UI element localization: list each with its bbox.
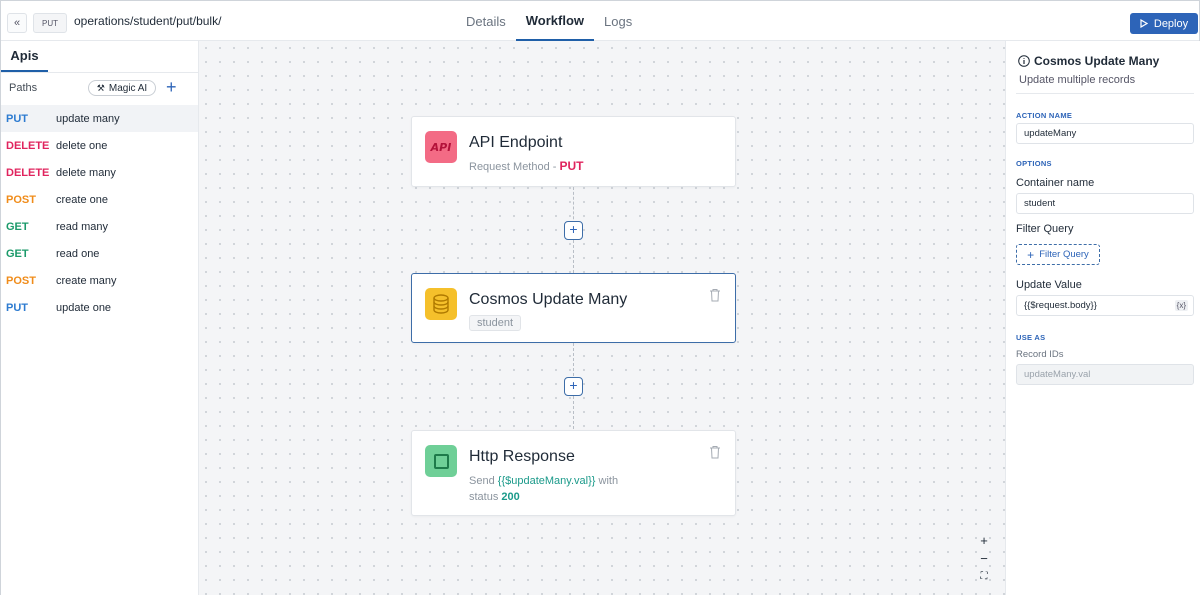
top-bar: « PUT operations/student/put/bulk/ Detai… [1, 1, 1199, 41]
send-label: Send [469, 475, 495, 487]
node-http-response[interactable]: Http Response Send {{$updateMany.val}} w… [411, 430, 736, 516]
variable-icon[interactable]: {x} [1174, 300, 1188, 311]
route-item-read-one[interactable]: GET read one [1, 240, 198, 267]
tab-workflow[interactable]: Workflow [515, 1, 595, 41]
add-filter-query-button[interactable]: + Filter Query [1016, 244, 1100, 265]
route-item-delete-many[interactable]: DELETE delete many [1, 159, 198, 186]
plus-icon: + [1027, 247, 1035, 262]
node-api-endpoint[interactable]: API API Endpoint Request Method - PUT [411, 116, 736, 187]
node-title: API Endpoint [469, 134, 563, 151]
route-label: update one [56, 301, 112, 314]
api-icon: API [425, 131, 457, 163]
route-item-update-one[interactable]: PUT update one [1, 294, 198, 321]
trash-icon[interactable] [709, 445, 721, 459]
trash-icon[interactable] [709, 288, 721, 302]
container-tag: student [469, 315, 522, 331]
response-icon [425, 445, 457, 477]
filter-query-button-label: Filter Query [1039, 249, 1089, 260]
update-value-text: {{$request.body}} [1024, 300, 1097, 311]
with-label: with [598, 475, 619, 487]
route-label: delete one [56, 139, 108, 152]
info-icon [1018, 55, 1030, 67]
update-value-input[interactable]: {{$request.body}} {x} [1016, 295, 1194, 316]
play-icon [1140, 19, 1148, 28]
action-name-input[interactable]: updateMany [1016, 123, 1194, 144]
connector-line [573, 396, 574, 429]
route-item-delete-one[interactable]: DELETE delete one [1, 132, 198, 159]
route-method: DELETE [6, 166, 50, 179]
route-label: update many [56, 112, 120, 125]
route-method: DELETE [6, 139, 50, 152]
method-chip: PUT [33, 13, 67, 33]
route-method: GET [6, 247, 29, 260]
container-name-input[interactable]: student [1016, 193, 1194, 214]
divider [1016, 93, 1194, 94]
update-value-label: Update Value [1016, 279, 1082, 291]
status-code: 200 [501, 491, 520, 503]
route-label: read many [56, 220, 108, 233]
route-list: PUT update many DELETE delete one DELETE… [1, 105, 198, 321]
route-item-create-one[interactable]: POST create one [1, 186, 198, 213]
use-as-section-label: USE AS [1016, 333, 1046, 342]
magic-ai-label: Magic AI [108, 82, 148, 94]
route-item-read-many[interactable]: GET read many [1, 213, 198, 240]
panel-title: Cosmos Update Many [1018, 54, 1159, 68]
route-method: POST [6, 193, 36, 206]
database-icon-glyph [433, 294, 449, 314]
magic-ai-button[interactable]: ⚒ Magic AI [88, 80, 156, 96]
container-name-label: Container name [1016, 177, 1095, 189]
fit-view-button[interactable]: ⛶ [977, 570, 991, 584]
route-label: create one [56, 193, 108, 206]
tab-details[interactable]: Details [456, 1, 516, 41]
request-method-value: PUT [559, 159, 584, 173]
options-section-label: OPTIONS [1016, 159, 1052, 168]
response-variable: {{$updateMany.val}} [497, 475, 596, 487]
route-method: PUT [6, 112, 28, 125]
deploy-label: Deploy [1153, 17, 1189, 30]
database-icon [425, 288, 457, 320]
magic-wand-icon: ⚒ [96, 82, 105, 93]
action-name-section-label: ACTION NAME [1016, 111, 1073, 120]
panel-title-text: Cosmos Update Many [1034, 54, 1160, 68]
response-icon-glyph [433, 453, 449, 469]
collapse-sidebar-button[interactable]: « [7, 13, 27, 33]
route-label: delete many [56, 166, 116, 179]
route-label: read one [56, 247, 100, 260]
filter-query-label: Filter Query [1016, 223, 1074, 235]
add-path-button[interactable]: + [166, 77, 177, 97]
zoom-out-button[interactable]: − [977, 552, 991, 566]
tab-logs[interactable]: Logs [594, 1, 642, 41]
route-method: GET [6, 220, 29, 233]
sidebar: Apis Paths ⚒ Magic AI + PUT update many … [1, 41, 199, 595]
request-method-prefix: Request Method - [469, 161, 560, 173]
view-tabs: Details Workflow Logs [456, 1, 642, 41]
record-ids-input: updateMany.val [1016, 364, 1194, 385]
properties-panel: Cosmos Update Many Update multiple recor… [1005, 41, 1200, 595]
zoom-in-button[interactable]: + [977, 534, 991, 548]
add-step-button[interactable]: + [564, 221, 583, 240]
paths-label: Paths [9, 82, 38, 94]
divider [1, 72, 198, 73]
node-subtitle: Send {{$updateMany.val}} with status 200 [469, 473, 618, 505]
route-path: operations/student/put/bulk/ [74, 14, 222, 28]
tab-apis[interactable]: Apis [1, 41, 48, 72]
node-title: Http Response [469, 448, 575, 465]
route-item-update-many[interactable]: PUT update many [1, 105, 198, 132]
connector-line [573, 240, 574, 273]
route-method: PUT [6, 301, 28, 314]
add-step-button[interactable]: + [564, 377, 583, 396]
api-icon-label: API [430, 140, 452, 154]
route-item-create-many[interactable]: POST create many [1, 267, 198, 294]
panel-subtitle: Update multiple records [1019, 74, 1136, 86]
node-title: Cosmos Update Many [469, 291, 628, 308]
node-subtitle: Request Method - PUT [469, 159, 584, 173]
route-label: create many [56, 274, 117, 287]
status-label: status [469, 491, 499, 503]
record-ids-label: Record IDs [1016, 349, 1064, 360]
node-cosmos-update-many[interactable]: Cosmos Update Many student [411, 273, 736, 343]
workflow-canvas[interactable]: API API Endpoint Request Method - PUT + … [199, 41, 1005, 595]
route-method: POST [6, 274, 36, 287]
deploy-button[interactable]: Deploy [1130, 13, 1198, 34]
